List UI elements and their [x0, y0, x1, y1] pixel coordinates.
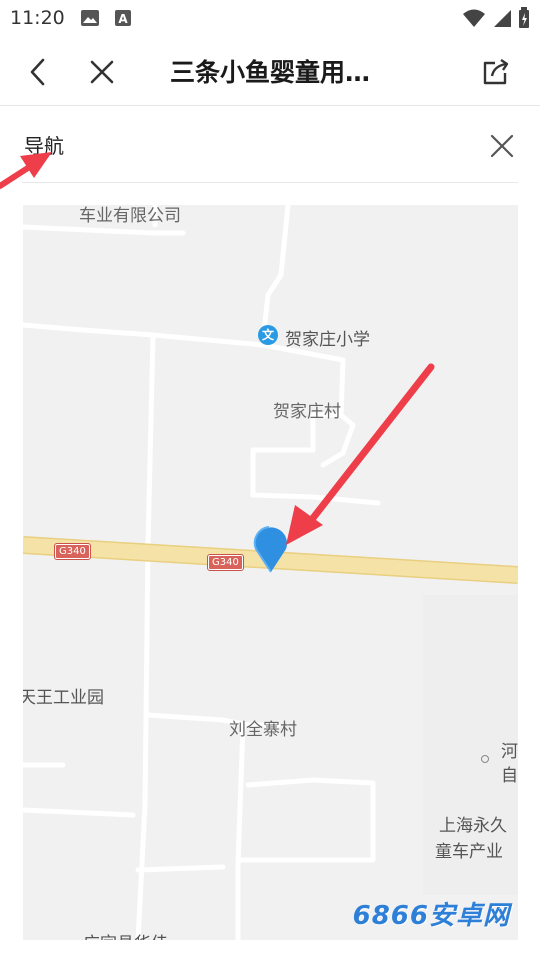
wifi-icon: [463, 9, 485, 27]
signal-icon: [494, 10, 511, 27]
school-poi-icon[interactable]: 文: [258, 325, 278, 345]
chevron-left-icon: [30, 58, 45, 86]
page-title: 三条小鱼婴童用…: [169, 58, 370, 87]
close-icon: [90, 60, 114, 84]
panel-close-button[interactable]: [482, 126, 522, 166]
map-label-industrial-park: 天王工业园: [23, 688, 104, 708]
map-label-zi: 自: [501, 766, 518, 786]
map-label-shanghai-2: 童车产业: [435, 842, 503, 862]
map-view[interactable]: G340 G340 车业有限公司 文 贺家庄小学 贺家庄村 天王工业园 刘全寨村…: [23, 205, 518, 940]
school-poi-icon-glyph: 文: [261, 328, 274, 342]
status-indicators: [462, 7, 530, 29]
panel-divider: [22, 182, 518, 183]
share-icon: [483, 59, 509, 85]
map-label-school[interactable]: 贺家庄小学: [285, 325, 370, 350]
status-bar: 11:20 A: [0, 0, 540, 36]
close-icon: [490, 134, 514, 158]
annotation-arrow-icon: [0, 152, 52, 189]
gallery-icon: [81, 10, 99, 26]
annotation-arrow-icon: [286, 363, 435, 545]
map-label-village-liu: 刘全寨村: [229, 720, 297, 740]
poi-dot: [481, 755, 489, 763]
watermark-logo: 6866安卓网: [352, 901, 510, 931]
status-time: 11:20: [10, 7, 65, 29]
svg-text:A: A: [118, 12, 128, 26]
battery-icon: [519, 7, 529, 28]
map-label-bottom: 广宗县华佳: [83, 929, 168, 940]
font-icon: A: [115, 10, 131, 26]
share-button[interactable]: [474, 50, 518, 94]
map-label-company: 车业有限公司: [79, 206, 181, 226]
navigation-panel-header: 导航: [0, 106, 540, 184]
app-bar: 三条小鱼婴童用…: [0, 36, 540, 106]
map-label-he: 河: [501, 742, 518, 762]
close-page-button[interactable]: [80, 50, 124, 94]
map-label-shanghai-1: 上海永久: [439, 816, 507, 836]
road-badge-g340: G340: [54, 543, 91, 560]
back-button[interactable]: [16, 50, 60, 94]
road-badge-g340: G340: [207, 554, 244, 571]
